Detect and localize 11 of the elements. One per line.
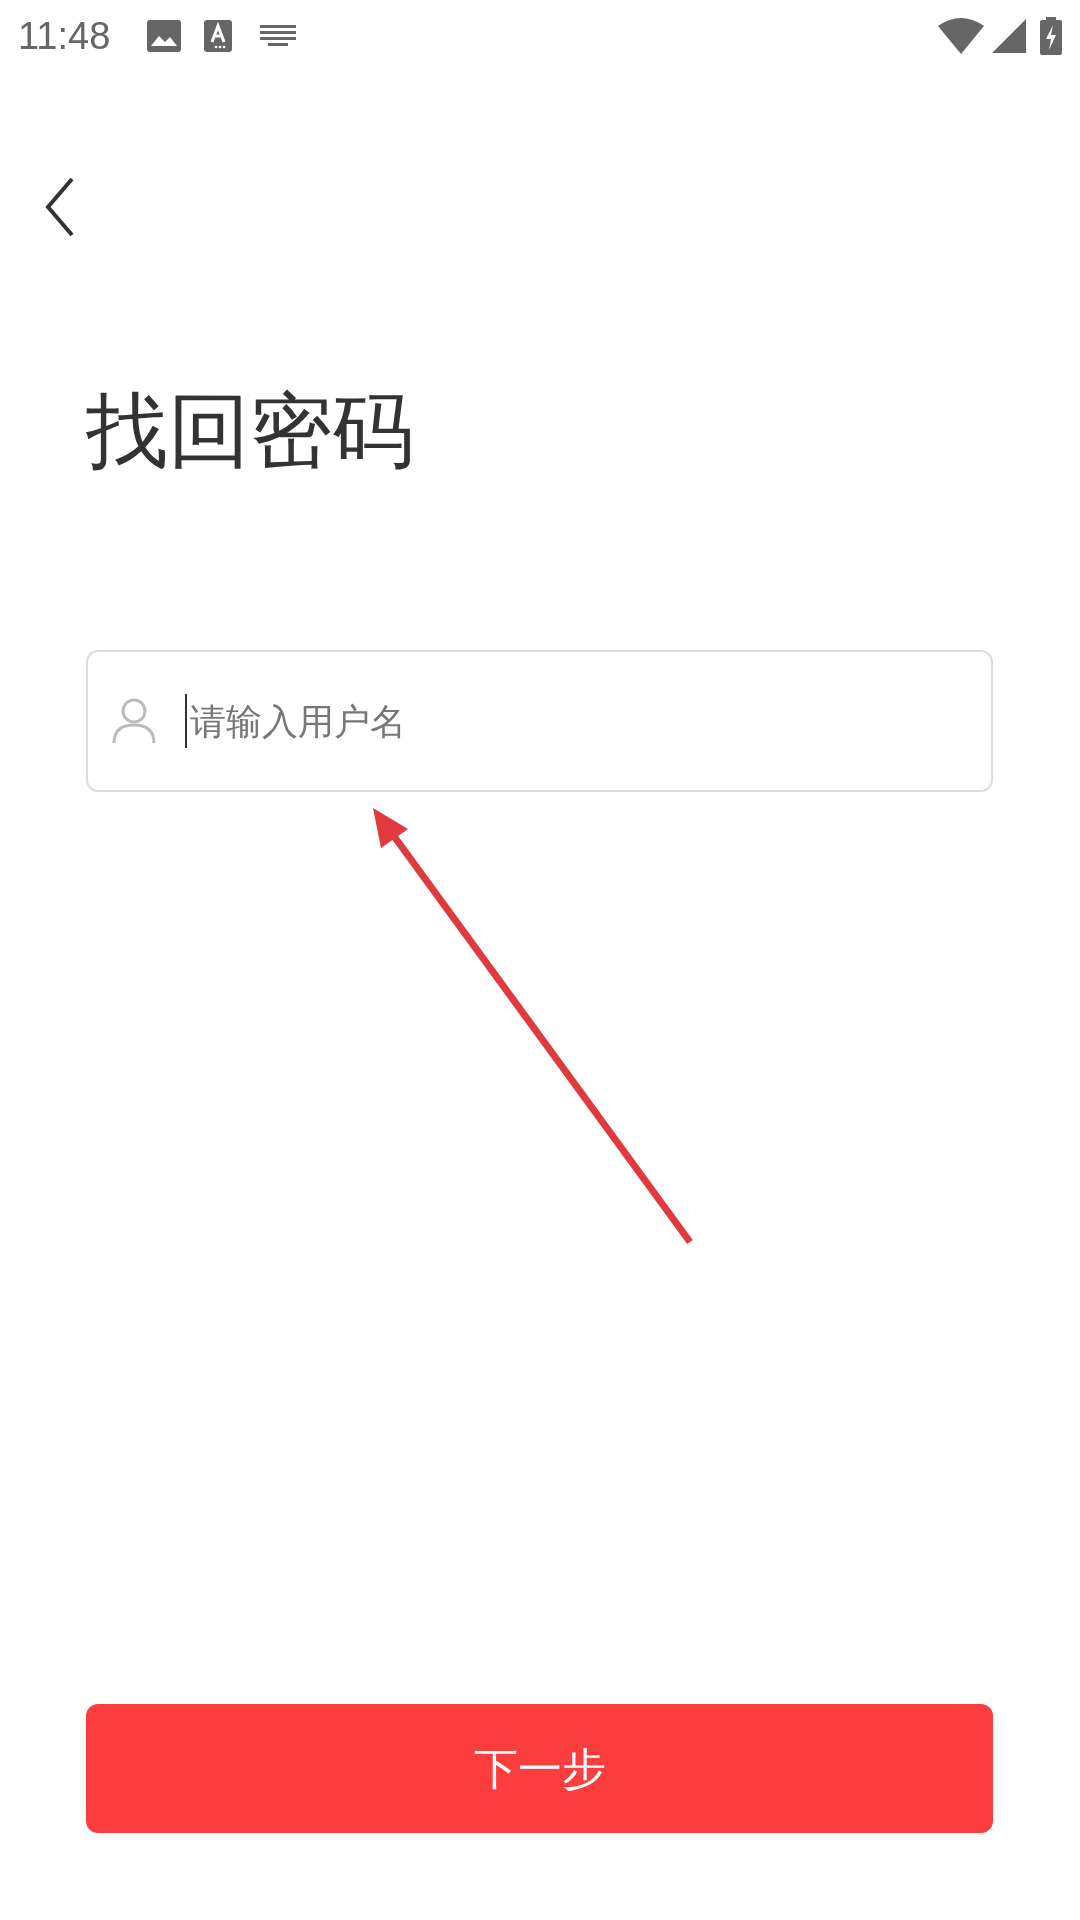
page-title: 找回密码 — [86, 390, 415, 472]
wifi-icon — [938, 18, 984, 54]
status-time: 11:48 — [18, 17, 111, 55]
keyboard-icon — [260, 25, 297, 47]
image-icon — [146, 19, 183, 53]
signal-icon — [992, 19, 1026, 53]
battery-charging-icon — [1040, 17, 1062, 55]
username-field[interactable]: 请输入用户名 — [86, 650, 993, 792]
text-input-icon — [204, 20, 233, 52]
user-icon — [112, 697, 156, 745]
next-button[interactable]: 下一步 — [86, 1704, 993, 1833]
